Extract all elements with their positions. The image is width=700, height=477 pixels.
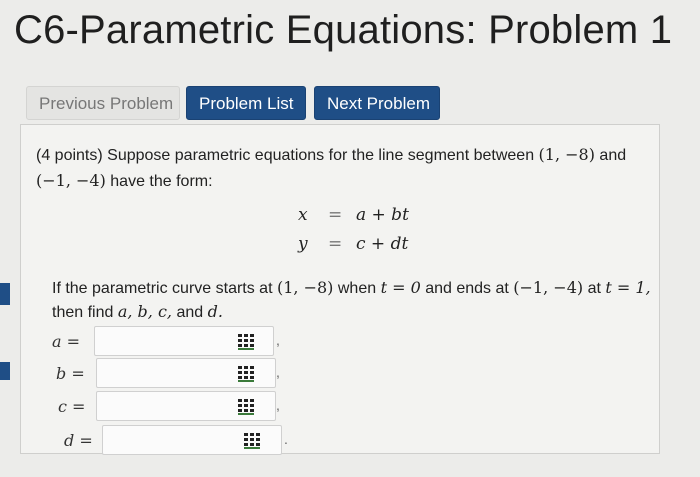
question-and: and — [176, 304, 204, 321]
answer-label-c: c = — [58, 397, 86, 416]
left-edge-bar-top — [0, 283, 10, 305]
question-part-1: If the parametric curve starts at — [52, 280, 273, 297]
equation-editor-grid-icon[interactable] — [238, 334, 254, 350]
equation-x-rhs: a + bt — [356, 205, 409, 225]
question-d: d. — [207, 302, 223, 321]
answer-sep-b: , — [276, 364, 280, 380]
equation-y-sign: = — [328, 234, 343, 254]
equation-x-sign: = — [328, 205, 343, 225]
answer-label-a: a = — [52, 332, 81, 351]
answer-sep-c: , — [276, 397, 280, 413]
answer-label-b: b = — [56, 364, 85, 383]
point-two: (−1, −4) — [36, 171, 106, 190]
intro-text: Suppose parametric equations for the lin… — [107, 147, 535, 164]
answer-row-c: c = , — [52, 391, 292, 421]
answer-sep-d: . — [284, 431, 288, 447]
equation-y-rhs: c + dt — [356, 234, 409, 254]
equation-editor-grid-icon[interactable] — [238, 366, 254, 382]
question-text: If the parametric curve starts at (1, −8… — [52, 276, 662, 324]
answer-sep-a: , — [276, 332, 280, 348]
page-title: C6-Parametric Equations: Problem 1 — [14, 8, 673, 52]
question-t-zero: t = 0 — [380, 278, 421, 297]
answer-row-b: b = , — [52, 358, 292, 388]
points-label: (4 points) — [36, 147, 103, 164]
and-text: and — [599, 147, 627, 164]
point-one: (1, −8) — [538, 145, 595, 164]
problem-list-button[interactable]: Problem List — [186, 86, 306, 120]
answer-label-d: d = — [64, 431, 93, 450]
answer-row-a: a = , — [52, 326, 292, 356]
question-start-point: (1, −8) — [276, 278, 334, 297]
question-at: at — [587, 280, 601, 297]
equation-y-lhs: y — [298, 234, 308, 254]
question-variables: a, b, c, — [117, 302, 173, 321]
question-when: when — [337, 280, 377, 297]
previous-problem-button[interactable]: Previous Problem — [26, 86, 180, 120]
equation-editor-grid-icon[interactable] — [244, 433, 260, 449]
question-ends: and ends at — [425, 280, 509, 297]
question-t-one: t = 1, — [605, 278, 651, 297]
equation-x-lhs: x — [298, 205, 308, 225]
problem-statement: (4 points) Suppose parametric equations … — [36, 142, 646, 194]
answer-row-d: d = . — [52, 425, 302, 455]
next-problem-button[interactable]: Next Problem — [314, 86, 440, 120]
question-part-2: then find — [52, 304, 114, 321]
equation-x: x = a + bt — [290, 205, 430, 229]
form-text: have the form: — [110, 173, 213, 190]
question-end-point: (−1, −4) — [513, 278, 584, 297]
equation-y: y = c + dt — [290, 234, 430, 258]
equation-editor-grid-icon[interactable] — [238, 399, 254, 415]
left-edge-bar-bottom — [0, 362, 10, 380]
